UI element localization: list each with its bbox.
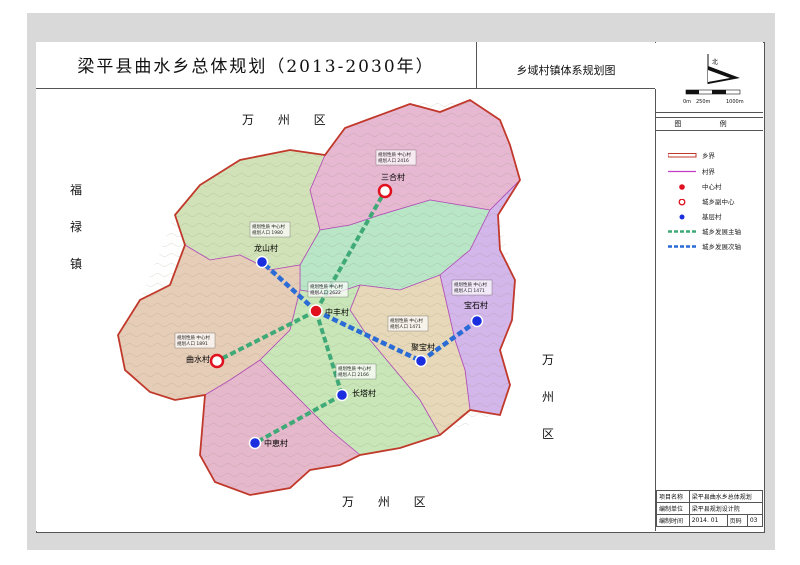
legend-label: 中心村 xyxy=(702,183,722,191)
neighbor-west-char-1: 福 xyxy=(69,183,82,197)
svg-text:规划性质 中心村: 规划性质 中心村 xyxy=(378,151,411,158)
marker-longshan xyxy=(255,255,269,269)
title-block: 项目名称 梁平县曲水乡总体规划 编制单位 梁平县规划设计院 编制时间 2014.… xyxy=(656,490,764,527)
north-symbol: 北 xyxy=(712,58,718,66)
neighbor-west-char-2: 禄 xyxy=(69,220,82,234)
scale-label-0: 0m xyxy=(683,99,691,105)
svg-text:规划人口 1471: 规划人口 1471 xyxy=(454,287,485,294)
unit-value: 梁平县规划设计院 xyxy=(688,502,764,515)
side-panel xyxy=(656,42,763,531)
secondary-axis-swatch xyxy=(668,245,696,248)
marker-qushui xyxy=(209,353,225,369)
topo-texture xyxy=(118,100,520,495)
svg-text:规划性质 中心村: 规划性质 中心村 xyxy=(310,283,343,290)
sub-center-icon xyxy=(678,199,686,206)
neighbor-south: 万 州 区 xyxy=(342,495,436,509)
marker-baoshi xyxy=(470,314,484,328)
svg-text:规划性质 中心村: 规划性质 中心村 xyxy=(390,317,423,324)
legend-label: 村界 xyxy=(702,168,715,176)
label-changta: 长塔村 xyxy=(352,388,376,398)
label-jubao: 聚宝村 xyxy=(411,342,435,352)
svg-text:规划人口 2416: 规划人口 2416 xyxy=(378,157,409,164)
marker-changta xyxy=(335,388,349,402)
neighbor-west: 福 禄 镇 xyxy=(69,172,83,283)
legend-title: 图 例 xyxy=(656,117,763,131)
neighbor-east: 万 州 区 xyxy=(541,342,555,453)
village-boundary-swatch xyxy=(668,170,696,173)
legend-label: 城乡发展次轴 xyxy=(702,243,741,251)
label-longshan: 龙山村 xyxy=(254,243,278,253)
info-jubao: 规划性质 中心村 规划人口 1471 xyxy=(387,315,429,332)
marker-jubao xyxy=(414,354,428,368)
main-axis-swatch xyxy=(668,230,696,233)
info-zhongfeng: 规划性质 中心村 规划人口 2622 xyxy=(307,281,349,298)
neighbor-east-char-1: 万 xyxy=(541,353,554,367)
legend-label: 城乡副中心 xyxy=(702,198,735,206)
north-arrow-icon: 北 0m 250m 1000m xyxy=(683,54,744,105)
svg-text:规划性质 中心村: 规划性质 中心村 xyxy=(252,223,285,230)
label-zhonghui: 中恵村 xyxy=(264,438,288,448)
svg-text:规划人口 1891: 规划人口 1891 xyxy=(177,340,208,347)
time-label: 编制时间 xyxy=(656,514,690,527)
label-baoshi: 宝石村 xyxy=(464,300,488,310)
legend-label: 城乡发展主轴 xyxy=(702,228,741,236)
info-baoshi: 规划性质 中心村 规划人口 1471 xyxy=(451,279,493,296)
north-arrow-box: 北 0m 250m 1000m xyxy=(656,42,763,113)
label-qushui: 曲水村 xyxy=(186,354,210,364)
svg-text:规划人口 1471: 规划人口 1471 xyxy=(390,323,421,330)
svg-text:规划性质 中心村: 规划性质 中心村 xyxy=(177,334,210,341)
svg-text:规划人口 1980: 规划人口 1980 xyxy=(252,229,283,236)
township-map: 三合村 龙山村 中丰村 宝石村 聚宝村 曲水村 长塔村 中恵村 规划性质 中心村… xyxy=(117,98,521,496)
grassroots-village-icon xyxy=(679,214,685,220)
info-sanhe: 规划性质 中心村 规划人口 2416 xyxy=(375,149,417,166)
legend-label: 基层村 xyxy=(702,213,722,221)
map-title: 梁平县曲水乡总体规划（2013-2030年） xyxy=(77,57,435,77)
scale-label-1: 250m xyxy=(696,99,711,105)
scale-label-2: 1000m xyxy=(726,99,744,105)
info-longshan: 规划性质 中心村 规划人口 1980 xyxy=(249,221,291,238)
township-boundary-swatch xyxy=(668,153,697,158)
page-label: 页码 xyxy=(726,514,748,527)
neighbor-north: 万 州 区 xyxy=(242,113,336,127)
central-village-icon xyxy=(679,184,685,190)
info-qushui: 规划性质 中心村 规划人口 1891 xyxy=(174,332,216,349)
svg-text:规划性质 中心村: 规划性质 中心村 xyxy=(338,365,371,372)
unit-label: 编制单位 xyxy=(656,502,690,515)
page-value: 03 xyxy=(746,514,764,527)
project-label: 项目名称 xyxy=(656,490,690,503)
marker-zhongfeng xyxy=(309,304,323,318)
neighbor-east-char-2: 州 xyxy=(541,390,554,404)
label-zhongfeng: 中丰村 xyxy=(325,307,349,317)
map-subtitle: 乡域村镇体系规划图 xyxy=(516,64,616,77)
svg-text:规划人口 2166: 规划人口 2166 xyxy=(338,371,369,378)
info-changta: 规划性质 中心村 规划人口 2166 xyxy=(335,363,377,380)
marker-sanhe xyxy=(377,183,393,199)
label-sanhe: 三合村 xyxy=(381,172,405,182)
marker-zhonghui xyxy=(248,436,262,450)
svg-text:规划性质 中心村: 规划性质 中心村 xyxy=(454,281,487,288)
neighbor-east-char-3: 区 xyxy=(541,427,554,441)
project-value: 梁平县曲水乡总体规划 xyxy=(688,490,764,503)
neighbor-west-char-3: 镇 xyxy=(69,257,82,271)
time-value: 2014. 01 xyxy=(688,514,728,527)
svg-text:规划人口 2622: 规划人口 2622 xyxy=(310,289,341,296)
legend-label: 乡界 xyxy=(702,152,715,160)
